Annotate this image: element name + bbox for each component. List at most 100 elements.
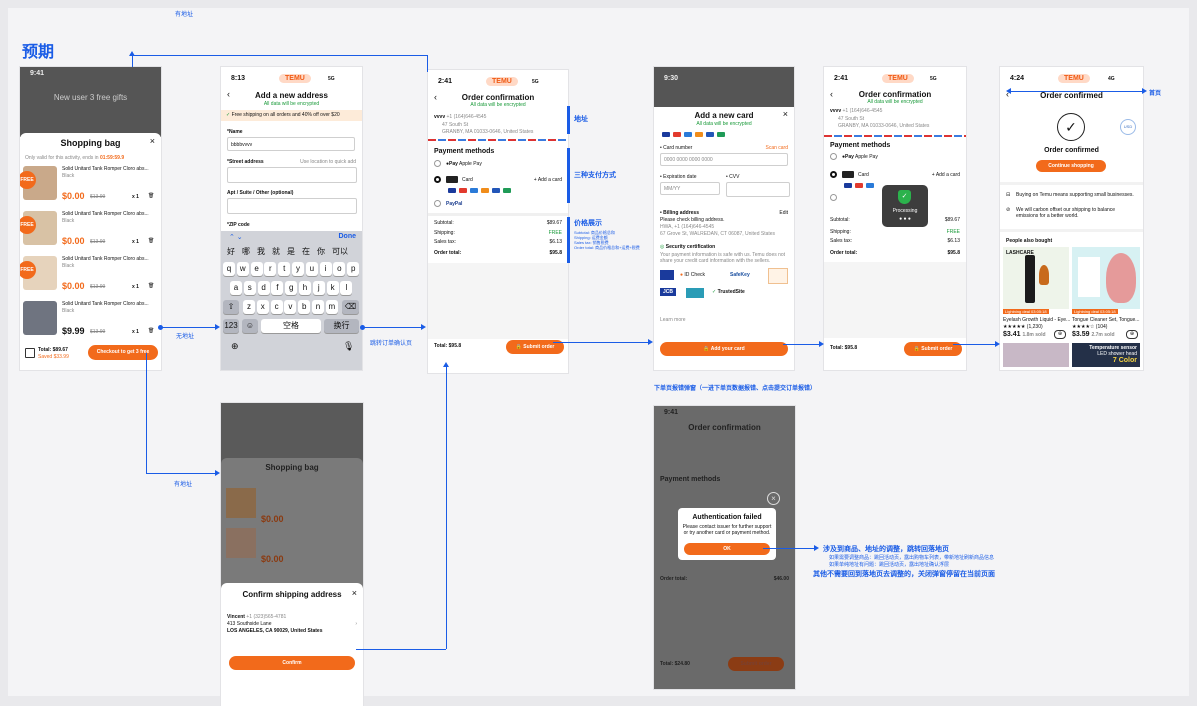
key-a[interactable]: a <box>230 281 242 295</box>
close-icon[interactable]: × <box>352 588 357 598</box>
item-price: $0.00 <box>261 554 284 564</box>
order-title: Order confirmation <box>461 93 535 102</box>
key-o[interactable]: o <box>333 262 346 276</box>
candidate-word[interactable]: 你 <box>317 246 325 257</box>
key-m[interactable]: m <box>325 300 338 314</box>
exp-input[interactable]: MM/YY <box>660 182 720 195</box>
key-n[interactable]: n <box>312 300 324 314</box>
address-block[interactable]: vvvv +1 (164)646-4545 <box>434 114 486 120</box>
key-x[interactable]: x <box>256 300 269 314</box>
street-field[interactable] <box>227 167 357 183</box>
street-hint[interactable]: Use location to quick add <box>300 159 356 165</box>
key-u[interactable]: u <box>305 262 318 276</box>
key-b[interactable]: b <box>298 300 311 314</box>
key-g[interactable]: g <box>285 281 298 295</box>
apple-pay-option[interactable]: ●Pay Apple Pay <box>446 161 482 167</box>
candidate-word[interactable]: 是 <box>287 246 295 257</box>
list-item[interactable]: Solid Unitard Tank Romper Cloro abs... B… <box>20 298 161 342</box>
key-l[interactable]: l <box>340 281 353 295</box>
space-key[interactable]: 空格 <box>261 319 321 333</box>
checkout-button[interactable]: Checkout to get 3 free <box>88 345 158 360</box>
paypal-radio[interactable] <box>434 200 441 207</box>
key-i[interactable]: i <box>319 262 332 276</box>
card-option[interactable]: Card <box>462 177 473 183</box>
candidate-word[interactable]: 可以 <box>332 246 348 257</box>
chevron-updown-icon[interactable]: ⌃ ⌄ <box>229 233 243 241</box>
submit-order-button[interactable]: Submit order <box>728 657 784 671</box>
trash-icon[interactable]: 🗑 <box>148 193 154 199</box>
product-image-next[interactable] <box>1003 343 1069 367</box>
list-item[interactable]: FREE Solid Unitard Tank Romper Cloro abs… <box>20 163 161 207</box>
product-image-eyelash[interactable]: LASHCARE <box>1003 247 1069 309</box>
trash-icon[interactable]: 🗑 <box>148 328 154 334</box>
paypal-radio[interactable] <box>830 194 837 201</box>
candidate-word[interactable]: 在 <box>302 246 310 257</box>
add-card-screen: 9:30 Add a new card × All data will be e… <box>654 67 794 370</box>
card-radio[interactable] <box>830 171 837 178</box>
product-image-shower[interactable]: Temperature sensor LED shower head 7 Col… <box>1072 343 1140 367</box>
card-number-input[interactable]: 0000 0000 0000 0000 <box>660 153 788 166</box>
card-option[interactable]: Card <box>858 172 869 178</box>
package-shape <box>1078 257 1100 297</box>
key-z[interactable]: z <box>243 300 255 314</box>
name-field[interactable]: bbbbvvvv <box>227 137 355 151</box>
key-c[interactable]: c <box>270 300 283 314</box>
add-to-cart-icon[interactable]: ⊕ <box>1054 330 1066 339</box>
close-icon[interactable]: × <box>150 136 155 146</box>
add-card-link[interactable]: + Add a card <box>932 172 960 178</box>
list-item[interactable]: FREE Solid Unitard Tank Romper Cloro abs… <box>20 208 161 252</box>
candidate-word[interactable]: 哪 <box>242 246 250 257</box>
connector-line <box>146 353 147 473</box>
learn-more-link[interactable]: Learn more <box>660 317 686 323</box>
key-f[interactable]: f <box>271 281 284 295</box>
candidate-word[interactable]: 我 <box>257 246 265 257</box>
card-radio[interactable] <box>434 176 441 183</box>
edit-billing-link[interactable]: Edit <box>779 210 788 216</box>
close-icon[interactable]: × <box>767 492 780 505</box>
key-d[interactable]: d <box>257 281 270 295</box>
cvv-input[interactable] <box>726 182 790 197</box>
candidate-word[interactable]: 就 <box>272 246 280 257</box>
microphone-icon[interactable]: 🎙 <box>343 341 354 352</box>
close-icon[interactable]: × <box>783 109 788 119</box>
scan-card-button[interactable]: Scan card <box>765 145 788 151</box>
key-h[interactable]: h <box>299 281 311 295</box>
add-to-cart-icon[interactable]: ⊕ <box>1126 330 1138 339</box>
confirm-button[interactable]: Confirm <box>229 656 355 670</box>
enter-key[interactable]: 换行 <box>324 319 359 333</box>
backspace-key[interactable]: ⌫ <box>342 300 359 314</box>
done-button[interactable]: Done <box>339 233 357 240</box>
key-p[interactable]: p <box>347 262 360 276</box>
product-image-tongue[interactable] <box>1072 247 1140 309</box>
key-e[interactable]: e <box>250 262 263 276</box>
paypal-option[interactable]: PayPal <box>446 201 462 207</box>
key-k[interactable]: k <box>326 281 339 295</box>
key-r[interactable]: r <box>264 262 277 276</box>
key-t[interactable]: t <box>278 262 291 276</box>
list-item[interactable]: FREE Solid Unitard Tank Romper Cloro abs… <box>20 253 161 297</box>
address-block[interactable]: vvvv +1 (164)646-4545 <box>830 108 882 114</box>
apple-pay-option[interactable]: ●Pay Apple Pay <box>842 154 878 160</box>
continue-shopping-button[interactable]: Continue shopping <box>1036 160 1106 172</box>
shipping-address-item[interactable]: Vincent +1 (323)565-4781 <box>227 614 286 620</box>
globe-icon[interactable]: ⊕ <box>231 341 239 352</box>
apple-pay-radio[interactable] <box>434 160 441 167</box>
apt-field[interactable] <box>227 198 357 214</box>
emoji-key[interactable]: ☺ <box>242 319 258 333</box>
key-j[interactable]: j <box>312 281 325 295</box>
key-y[interactable]: y <box>292 262 304 276</box>
trash-icon[interactable]: 🗑 <box>148 238 154 244</box>
key-q[interactable]: q <box>223 262 235 276</box>
add-card-button[interactable]: 🔒 Add your card <box>660 342 788 356</box>
trash-icon[interactable]: 🗑 <box>148 283 154 289</box>
key-v[interactable]: v <box>284 300 297 314</box>
apple-pay-radio[interactable] <box>830 153 837 160</box>
chevron-right-icon[interactable]: › <box>355 621 357 627</box>
add-card-link[interactable]: + Add a card <box>534 177 562 183</box>
numbers-key[interactable]: 123 <box>223 319 239 333</box>
candidate-word[interactable]: 好 <box>227 246 235 257</box>
key-s[interactable]: s <box>243 281 256 295</box>
key-w[interactable]: w <box>236 262 249 276</box>
ok-button[interactable]: OK <box>684 543 770 555</box>
shift-key[interactable]: ⇧ <box>223 300 239 314</box>
